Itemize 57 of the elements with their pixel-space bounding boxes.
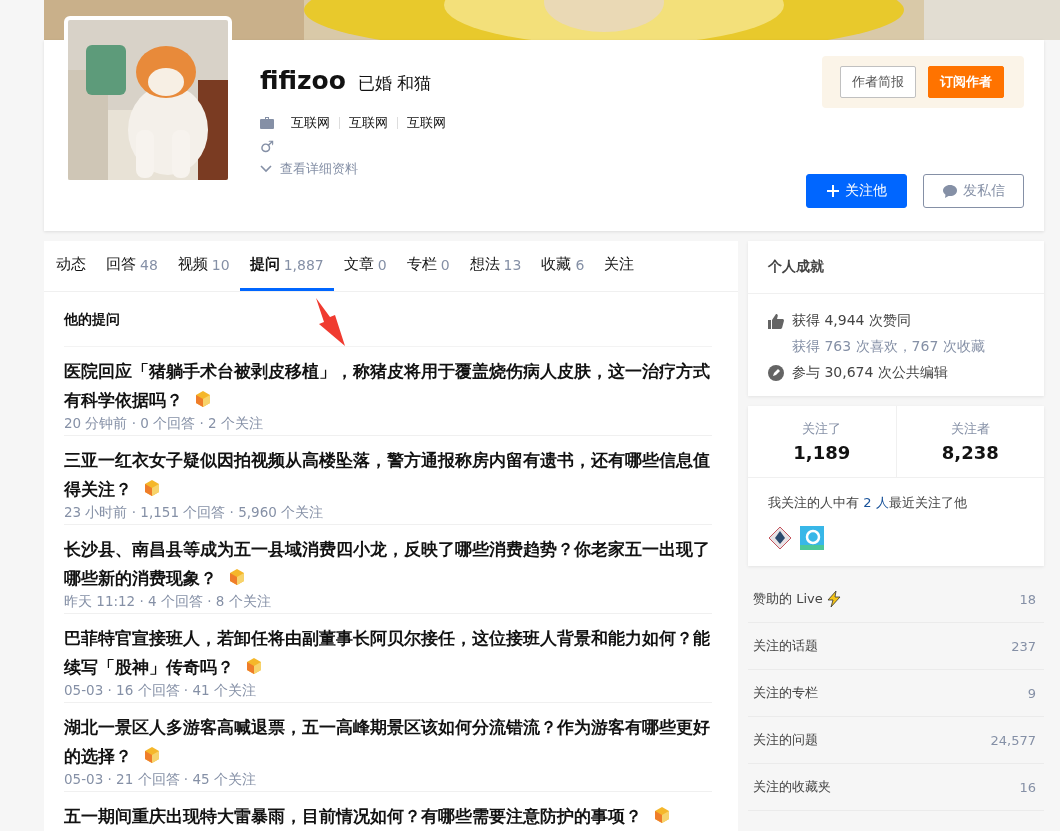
profile-tab[interactable]: 专栏 0 <box>396 241 460 291</box>
profile-tab[interactable]: 动态 <box>46 241 96 291</box>
profile-tab[interactable]: 提问 1,887 <box>239 241 334 291</box>
cube-icon <box>142 478 162 498</box>
cube-icon <box>244 656 264 676</box>
user-headline: 已婚 和猫 <box>357 72 432 95</box>
profile-tab[interactable]: 想法 13 <box>459 241 532 291</box>
author-brief-button[interactable]: 作者简报 <box>840 66 916 98</box>
chat-bubble-icon <box>942 184 957 198</box>
industry-label: 互联网 <box>339 117 397 129</box>
side-link[interactable]: 关注的收藏夹 16 <box>748 764 1044 811</box>
briefcase-icon <box>260 117 274 129</box>
profile-tab[interactable]: 文章 0 <box>333 241 397 291</box>
profile-tab[interactable]: 视频 10 <box>167 241 240 291</box>
card-title: 个人成就 <box>768 258 824 274</box>
achievement-text: 获得 4,944 次赞同 <box>792 312 911 330</box>
cube-icon <box>142 745 162 765</box>
question-meta: 05-03 · 16 个回答 · 41 个关注 <box>64 682 256 698</box>
gender-icon: ♂ <box>260 137 275 156</box>
question-meta: 23 小时前 · 1,151 个回答 · 5,960 个关注 <box>64 504 324 520</box>
industry-label: 互联网 <box>290 117 331 129</box>
annotation-arrow <box>314 296 348 348</box>
plus-icon <box>826 185 839 197</box>
question-title[interactable]: 医院回应「猪躺手术台被剥皮移植」，称猪皮将用于覆盖烧伤病人皮肤，这一治疗方式有科学依据吗？ <box>64 357 712 415</box>
question-title[interactable]: 巴菲特官宣接班人，若卸任将由副董事长阿贝尔接任，这位接班人背景和能力如何？能续写「股神」传奇吗？ <box>64 624 712 682</box>
section-title: 他的提问 <box>64 311 120 327</box>
stat-value[interactable]: 1,189 <box>793 442 851 463</box>
question-title[interactable]: 五一期间重庆出现特大雷暴雨，目前情况如何？有哪些需要注意防护的事项？ <box>64 802 712 831</box>
question-title[interactable]: 长沙县、南昌县等成为五一县域消费四小龙，反映了哪些消费趋势？你老家五一出现了哪些新的消费现象？ <box>64 535 712 593</box>
user-name: fifizoo <box>260 66 346 95</box>
lightning-icon <box>826 591 841 607</box>
question-meta: 05-03 · 21 个回答 · 45 个关注 <box>64 771 256 787</box>
achievement-text: 获得 763 次喜欢，767 次收藏 <box>792 338 985 356</box>
profile-tab[interactable]: 回答 48 <box>96 241 168 291</box>
achievement-text: 参与 30,674 次公共编辑 <box>792 364 948 382</box>
question-meta: 20 分钟前 · 0 个回答 · 2 个关注 <box>64 415 263 431</box>
side-link[interactable]: 赞助的 Live 18 <box>748 576 1044 623</box>
stat-value[interactable]: 8,238 <box>941 442 999 463</box>
pencil-icon <box>768 365 784 381</box>
cube-icon <box>227 567 247 587</box>
people-link[interactable]: 2 人 <box>863 495 889 510</box>
mutual-follow-text: 我关注的人中有 2 人最近关注了他 <box>768 494 968 512</box>
cube-icon <box>193 389 213 409</box>
side-link[interactable]: 关注的问题 24,577 <box>748 717 1044 764</box>
industry-label: 互联网 <box>397 117 455 129</box>
thumbs-up-icon <box>768 313 784 329</box>
cube-icon <box>652 805 672 825</box>
question-title[interactable]: 湖北一景区人多游客高喊退票，五一高峰期景区该如何分流错流？作为游客有哪些更好的选择？ <box>64 713 712 771</box>
question-meta: 昨天 11:12 · 4 个回答 · 8 个关注 <box>64 593 271 609</box>
side-link[interactable]: 关注的话题 237 <box>748 623 1044 670</box>
profile-tab[interactable]: 关注 <box>594 241 645 291</box>
side-link[interactable]: 关注的专栏 9 <box>748 670 1044 717</box>
profile-tab[interactable]: 收藏 6 <box>531 241 595 291</box>
chevron-down-icon <box>260 165 272 173</box>
avatar[interactable] <box>768 526 792 550</box>
follow-button[interactable]: 关注他 <box>806 174 907 208</box>
question-title[interactable]: 三亚一红衣女子疑似因拍视频从高楼坠落，警方通报称房内留有遗书，还有哪些信息值得关注？ <box>64 446 712 504</box>
